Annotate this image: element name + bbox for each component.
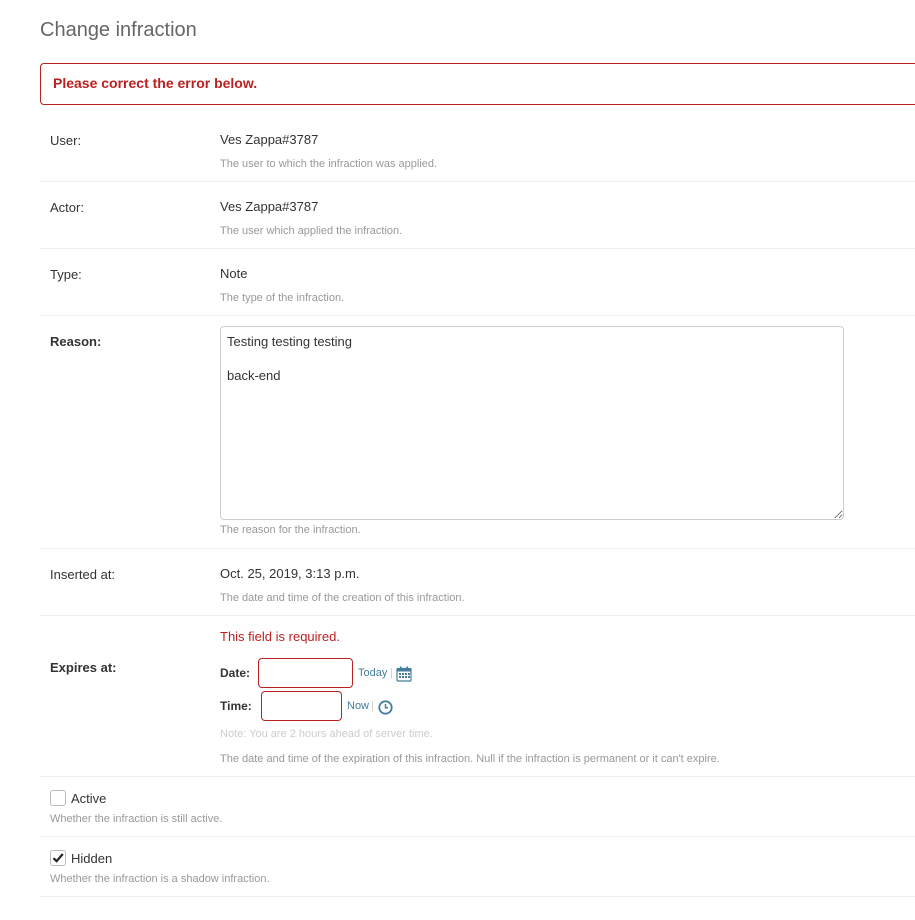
actor-label: Actor: bbox=[50, 200, 84, 215]
type-value: Note bbox=[220, 266, 248, 281]
calendar-icon[interactable] bbox=[396, 666, 412, 687]
hidden-label[interactable]: Hidden bbox=[71, 851, 112, 866]
date-label: Date: bbox=[220, 666, 251, 680]
active-checkbox[interactable] bbox=[50, 790, 66, 806]
now-link[interactable]: Now bbox=[347, 700, 369, 712]
form-row-actor: Actor: Ves Zappa#3787 The user which app… bbox=[40, 182, 915, 249]
date-shortcut-separator: | bbox=[390, 667, 393, 679]
user-value: Ves Zappa#3787 bbox=[220, 132, 319, 147]
inserted-at-label: Inserted at: bbox=[50, 567, 116, 582]
timezone-warning: Note: You are 2 hours ahead of server ti… bbox=[220, 728, 433, 740]
form-row-expires-at: This field is required. Expires at: Date… bbox=[40, 616, 915, 777]
form-row-inserted-at: Inserted at: Oct. 25, 2019, 3:13 p.m. Th… bbox=[40, 549, 915, 616]
type-help: The type of the infraction. bbox=[220, 292, 345, 304]
change-form: Change infraction Please correct the err… bbox=[40, 0, 915, 920]
form-row-hidden: Hidden Whether the infraction is a shado… bbox=[40, 837, 915, 897]
form-row-user: User: Ves Zappa#3787 The user to which t… bbox=[40, 115, 915, 182]
clock-icon[interactable] bbox=[378, 700, 393, 720]
page-title: Change infraction bbox=[40, 19, 197, 41]
expires-at-label: Expires at: bbox=[50, 660, 117, 675]
reason-help: The reason for the infraction. bbox=[220, 524, 361, 536]
hidden-help: Whether the infraction is a shadow infra… bbox=[50, 873, 270, 885]
form-row-reason: Reason: The reason for the infraction. bbox=[40, 316, 915, 549]
date-input[interactable] bbox=[258, 658, 353, 688]
inserted-at-value: Oct. 25, 2019, 3:13 p.m. bbox=[220, 566, 360, 581]
error-note: Please correct the error below. bbox=[40, 63, 915, 105]
today-link[interactable]: Today bbox=[358, 667, 387, 679]
user-label: User: bbox=[50, 133, 82, 148]
active-help: Whether the infraction is still active. bbox=[50, 813, 223, 825]
reason-textarea[interactable] bbox=[220, 326, 844, 520]
form-row-active: Active Whether the infraction is still a… bbox=[40, 777, 915, 837]
type-label: Type: bbox=[50, 267, 82, 282]
active-label[interactable]: Active bbox=[71, 791, 106, 806]
form-row-type: Type: Note The type of the infraction. bbox=[40, 249, 915, 316]
time-label: Time: bbox=[220, 699, 252, 713]
reason-label: Reason: bbox=[50, 334, 102, 349]
actor-value: Ves Zappa#3787 bbox=[220, 199, 319, 214]
checkmark-icon bbox=[52, 853, 64, 863]
time-shortcut-separator: | bbox=[371, 700, 374, 712]
expires-at-help: The date and time of the expiration of t… bbox=[220, 753, 720, 765]
actor-help: The user which applied the infraction. bbox=[220, 225, 403, 237]
hidden-checkbox[interactable] bbox=[50, 850, 66, 866]
expires-at-error: This field is required. bbox=[220, 629, 340, 644]
time-input[interactable] bbox=[261, 691, 342, 721]
inserted-at-help: The date and time of the creation of thi… bbox=[220, 592, 465, 604]
user-help: The user to which the infraction was app… bbox=[220, 158, 438, 170]
